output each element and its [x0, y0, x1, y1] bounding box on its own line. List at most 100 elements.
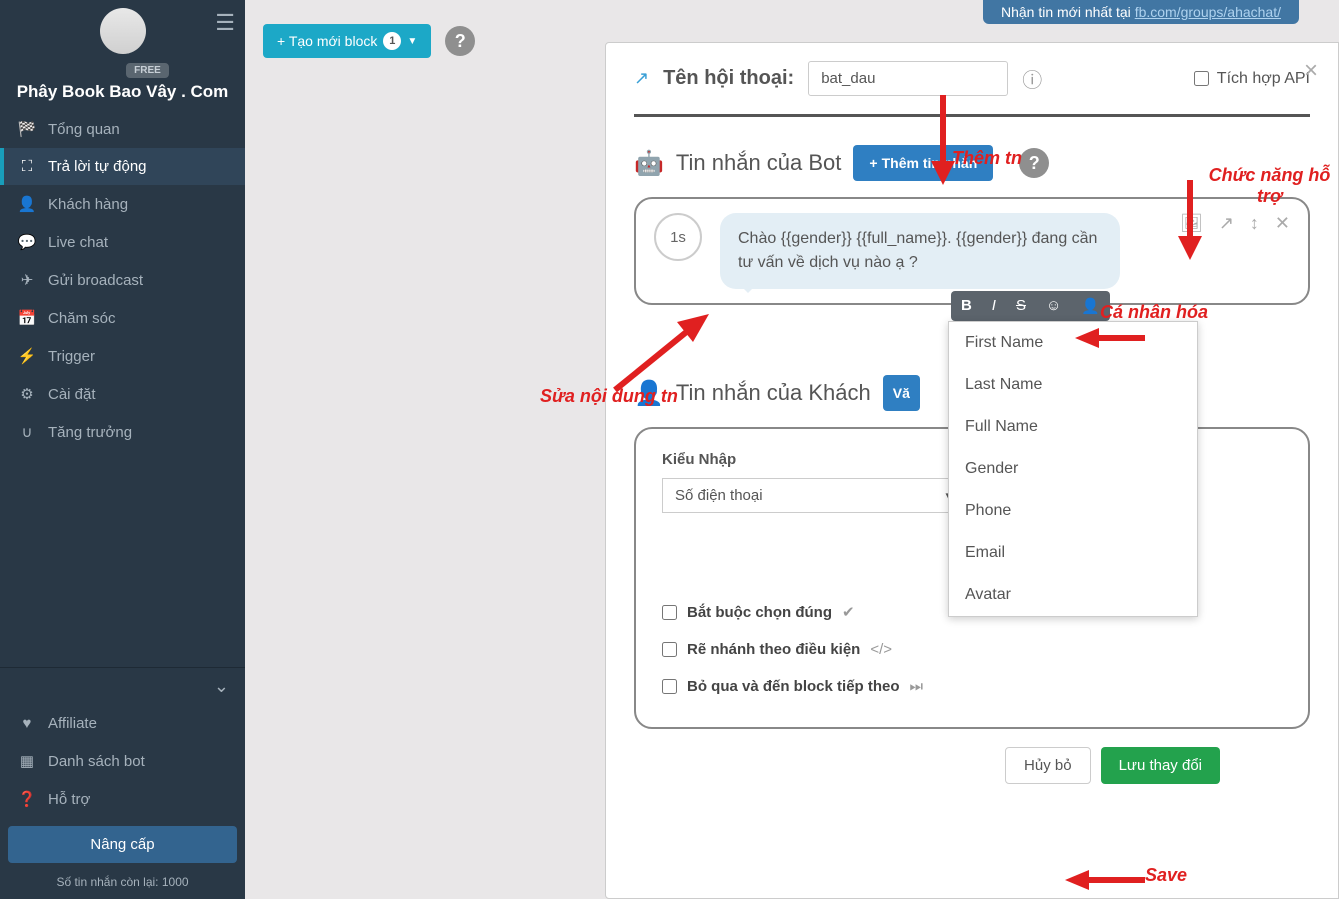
- cancel-button[interactable]: Hủy bỏ: [1005, 747, 1091, 784]
- caret-down-icon: ▼: [407, 36, 417, 47]
- bot-section-title: Tin nhắn của Bot: [676, 150, 842, 176]
- sidebar-item-growth[interactable]: ∪Tăng trưởng: [0, 413, 245, 451]
- image-icon[interactable]: 🖼: [1180, 213, 1203, 234]
- external-link-icon[interactable]: ↗: [634, 68, 649, 89]
- plus-icon: +: [869, 155, 877, 171]
- sidebar-item-botlist[interactable]: ▦ Danh sách bot: [0, 742, 245, 780]
- message-count: Số tin nhắn còn lại: 1000: [0, 871, 245, 899]
- api-checkbox-label[interactable]: Tích hợp API: [1194, 70, 1310, 88]
- dropdown-item-email[interactable]: Email: [949, 532, 1197, 574]
- footer-buttons: Hủy bỏ Lưu thay đổi: [634, 747, 1310, 784]
- close-icon[interactable]: ×: [1304, 57, 1318, 85]
- help-icon[interactable]: ?: [1019, 148, 1049, 178]
- dialog-name-input[interactable]: [808, 61, 1008, 96]
- italic-icon[interactable]: I: [982, 291, 1006, 321]
- site-title: Phây Book Bao Vây . Com: [12, 82, 233, 102]
- dialog-name-row: ↗ Tên hội thoại: ⓘ Tích hợp API: [634, 61, 1310, 117]
- api-label: Tích hợp API: [1217, 70, 1310, 88]
- android-icon: 🤖: [634, 149, 664, 178]
- sidebar-item-label: Hỗ trợ: [48, 791, 90, 808]
- check-label: Bỏ qua và đến block tiếp theo: [687, 678, 900, 695]
- sidebar-item-label: Cài đặt: [48, 386, 96, 403]
- hamburger-icon[interactable]: ☰: [215, 10, 235, 36]
- free-badge: FREE: [126, 63, 169, 78]
- add-message-button[interactable]: + Thêm tin nhắn: [853, 145, 993, 181]
- upgrade-button[interactable]: Nâng cấp: [8, 826, 237, 863]
- sidebar-item-settings[interactable]: ⚙Cài đặt: [0, 375, 245, 413]
- checkbox-skip[interactable]: [662, 679, 677, 694]
- bot-message-box: 🖼 ↗ ↕ ✕ 1s Chào {{gender}} {{full_name}}…: [634, 197, 1310, 305]
- sitemap-icon: ⛶: [16, 158, 38, 175]
- customer-section-title: Tin nhắn của Khách: [676, 380, 871, 406]
- dropdown-item-firstname[interactable]: First Name: [949, 322, 1197, 364]
- sidebar-lower: ⌄ ♥Affiliate ▦ Danh sách bot ❓Hỗ trợ Nâng…: [0, 667, 245, 899]
- dropdown-item-phone[interactable]: Phone: [949, 490, 1197, 532]
- check-branch[interactable]: Rẽ nhánh theo điều kiện </>: [662, 631, 1282, 668]
- check-label: Bắt buộc chọn đúng: [687, 604, 832, 621]
- info-icon[interactable]: ⓘ: [1022, 64, 1042, 93]
- strike-icon[interactable]: S: [1006, 291, 1036, 321]
- dashboard-icon: 🏁: [16, 120, 38, 138]
- sidebar-item-label: Khách hàng: [48, 196, 128, 213]
- checkbox-required[interactable]: [662, 605, 677, 620]
- emoji-icon[interactable]: ☺: [1036, 291, 1071, 321]
- add-message-label: Thêm tin nhắn: [882, 155, 978, 171]
- message-bubble[interactable]: Chào {{gender}} {{full_name}}. {{gender}…: [720, 213, 1120, 289]
- dropdown-item-lastname[interactable]: Last Name: [949, 364, 1197, 406]
- forward-icon: ⏭: [910, 678, 924, 695]
- send-icon: ✈: [16, 271, 38, 289]
- sidebar-item-overview[interactable]: 🏁 Tổng quan: [0, 110, 245, 148]
- collapse-icon[interactable]: ⌄: [0, 668, 245, 705]
- sidebar-item-affiliate[interactable]: ♥Affiliate: [0, 705, 245, 742]
- create-block-button[interactable]: + Tạo mới block 1 ▼: [263, 24, 431, 58]
- reorder-icon[interactable]: ↕: [1250, 213, 1259, 234]
- dropdown-item-fullname[interactable]: Full Name: [949, 406, 1197, 448]
- sidebar-item-label: Affiliate: [48, 715, 97, 732]
- help-icon[interactable]: ?: [445, 26, 475, 56]
- variable-dropdown: First Name Last Name Full Name Gender Ph…: [948, 321, 1198, 617]
- sidebar-item-label: Trigger: [48, 348, 95, 365]
- dropdown-item-gender[interactable]: Gender: [949, 448, 1197, 490]
- input-type-select[interactable]: Số điện thoại: [662, 478, 962, 513]
- banner-link[interactable]: fb.com/groups/ahachat/: [1135, 4, 1281, 20]
- block-count: 1: [383, 32, 401, 50]
- sidebar-item-trigger[interactable]: ⚡Trigger: [0, 337, 245, 375]
- chat-icon: 💬: [16, 233, 38, 251]
- delay-badge[interactable]: 1s: [654, 213, 702, 261]
- check-label: Rẽ nhánh theo điều kiện: [687, 641, 860, 658]
- van-button[interactable]: Vă: [883, 375, 920, 411]
- sidebar-item-label: Chăm sóc: [48, 310, 116, 327]
- sidebar-item-customers[interactable]: 👤 Khách hàng: [0, 185, 245, 223]
- logo: [100, 8, 146, 54]
- sidebar-item-label: Danh sách bot: [48, 753, 145, 770]
- sidebar: ☰ FREE Phây Book Bao Vây . Com 🏁 Tổng qua…: [0, 0, 245, 899]
- sidebar-item-livechat[interactable]: 💬 Live chat: [0, 223, 245, 261]
- check-skip[interactable]: Bỏ qua và đến block tiếp theo ⏭: [662, 668, 1282, 705]
- sidebar-item-label: Tổng quan: [48, 121, 120, 138]
- sidebar-item-label: Live chat: [48, 234, 108, 251]
- dialog-modal: × ↗ Tên hội thoại: ⓘ Tích hợp API 🤖 Tin …: [605, 42, 1339, 899]
- message-tools: 🖼 ↗ ↕ ✕: [1180, 213, 1290, 234]
- user-var-icon[interactable]: 👤: [1071, 291, 1110, 321]
- sidebar-item-autoreply[interactable]: ⛶ Trả lời tự động: [0, 148, 245, 185]
- external-icon[interactable]: ↗: [1219, 213, 1234, 234]
- create-block-label: + Tạo mới block: [277, 33, 377, 49]
- user-icon: 👤: [16, 195, 38, 213]
- sidebar-item-broadcast[interactable]: ✈ Gửi broadcast: [0, 261, 245, 299]
- bot-section-head: 🤖 Tin nhắn của Bot + Thêm tin nhắn ?: [634, 145, 1310, 181]
- api-checkbox[interactable]: [1194, 71, 1209, 86]
- grid-icon: ▦: [16, 752, 38, 770]
- checkbox-branch[interactable]: [662, 642, 677, 657]
- sidebar-header: ☰ FREE Phây Book Bao Vây . Com: [0, 0, 245, 110]
- nav-items: 🏁Tổng quan ⛶Trả lời tự động 👤Khách hàng …: [0, 110, 245, 667]
- delete-icon[interactable]: ✕: [1275, 213, 1290, 234]
- van-label: Vă: [893, 385, 910, 401]
- dropdown-item-avatar[interactable]: Avatar: [949, 574, 1197, 616]
- sidebar-item-label: Trả lời tự động: [48, 158, 147, 175]
- bold-icon[interactable]: B: [951, 291, 982, 321]
- save-button[interactable]: Lưu thay đổi: [1101, 747, 1220, 784]
- sidebar-item-support[interactable]: ❓Hỗ trợ: [0, 780, 245, 818]
- sidebar-item-care[interactable]: 📅Chăm sóc: [0, 299, 245, 337]
- editor-toolbar: B I S ☺ 👤: [951, 291, 1110, 321]
- sidebar-item-label: Gửi broadcast: [48, 272, 143, 289]
